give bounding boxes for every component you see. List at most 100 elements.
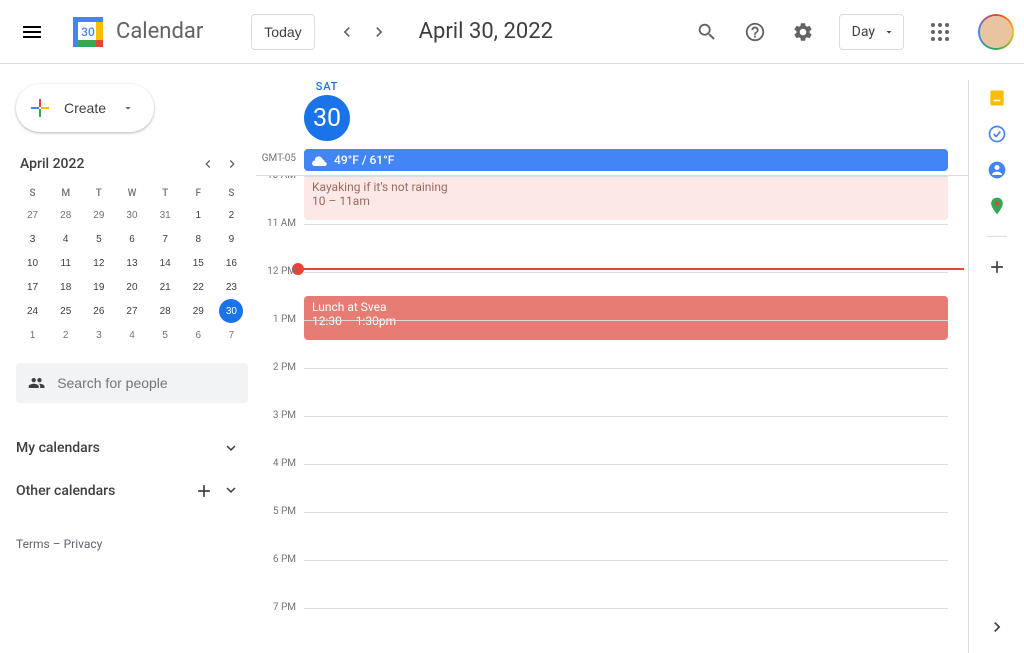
settings-button[interactable]	[783, 12, 823, 52]
mini-dow: W	[115, 184, 148, 203]
time-row[interactable]: 11 AM	[256, 224, 968, 272]
side-panel	[968, 80, 1024, 653]
other-calendars-label: Other calendars	[16, 483, 115, 499]
day-grid: SAT 30 GMT-05 49°F / 61°F Kayaking if it…	[256, 80, 968, 653]
mini-day[interactable]: 8	[182, 227, 215, 251]
mini-day[interactable]: 18	[49, 275, 82, 299]
mini-day[interactable]: 12	[82, 251, 115, 275]
time-row[interactable]: 2 PM	[256, 368, 968, 416]
mini-day[interactable]: 13	[115, 251, 148, 275]
time-row[interactable]: 1 PM	[256, 320, 968, 368]
mini-day[interactable]: 4	[115, 323, 148, 347]
mini-day[interactable]: 26	[82, 299, 115, 323]
mini-day[interactable]: 14	[149, 251, 182, 275]
mini-dow: T	[82, 184, 115, 203]
add-icon[interactable]	[194, 481, 214, 501]
keep-icon[interactable]	[987, 88, 1007, 108]
search-people-box[interactable]	[16, 363, 248, 403]
mini-day[interactable]: 16	[215, 251, 248, 275]
time-label: 1 PM	[256, 314, 304, 362]
time-label: 2 PM	[256, 362, 304, 410]
time-row[interactable]: 4 PM	[256, 464, 968, 512]
mini-day[interactable]: 23	[215, 275, 248, 299]
mini-day[interactable]: 27	[16, 203, 49, 227]
mini-day[interactable]: 27	[115, 299, 148, 323]
mini-dow: M	[49, 184, 82, 203]
mini-day[interactable]: 24	[16, 299, 49, 323]
mini-day[interactable]: 5	[149, 323, 182, 347]
prev-day-button[interactable]	[331, 16, 363, 48]
time-row[interactable]: 7 PM	[256, 608, 968, 626]
my-calendars-toggle[interactable]: My calendars	[16, 427, 248, 469]
mini-day[interactable]: 10	[16, 251, 49, 275]
mini-day[interactable]: 29	[182, 299, 215, 323]
terms-link[interactable]: Terms	[16, 537, 50, 551]
app-logo[interactable]: 30 Calendar	[68, 12, 203, 52]
mini-day[interactable]: 7	[215, 323, 248, 347]
mini-day[interactable]: 15	[182, 251, 215, 275]
mini-day[interactable]: 6	[182, 323, 215, 347]
mini-day[interactable]: 30	[115, 203, 148, 227]
mini-next-button[interactable]	[220, 152, 244, 176]
time-row[interactable]: 3 PM	[256, 416, 968, 464]
mini-day[interactable]: 9	[215, 227, 248, 251]
time-row[interactable]: 10 AM	[256, 176, 968, 224]
mini-day[interactable]: 1	[182, 203, 215, 227]
timezone-label: GMT-05	[256, 149, 304, 171]
mini-day[interactable]: 3	[16, 227, 49, 251]
mini-day[interactable]: 6	[115, 227, 148, 251]
search-button[interactable]	[687, 12, 727, 52]
next-day-button[interactable]	[363, 16, 395, 48]
hamburger-icon	[20, 20, 44, 44]
mini-day[interactable]: 1	[16, 323, 49, 347]
mini-day[interactable]: 20	[115, 275, 148, 299]
time-row[interactable]: 5 PM	[256, 512, 968, 560]
date-nav	[331, 16, 395, 48]
mini-day[interactable]: 31	[149, 203, 182, 227]
help-button[interactable]	[735, 12, 775, 52]
main-menu-button[interactable]	[8, 8, 56, 56]
account-button[interactable]	[976, 12, 1016, 52]
contacts-icon[interactable]	[987, 160, 1007, 180]
view-selector[interactable]: Day	[839, 14, 904, 50]
mini-day[interactable]: 22	[182, 275, 215, 299]
create-button[interactable]: Create	[16, 84, 154, 132]
mini-day[interactable]: 19	[82, 275, 115, 299]
mini-prev-button[interactable]	[196, 152, 220, 176]
mini-day[interactable]: 21	[149, 275, 182, 299]
mini-day[interactable]: 4	[49, 227, 82, 251]
maps-icon[interactable]	[987, 196, 1007, 216]
day-column-header[interactable]: SAT 30	[304, 80, 350, 141]
mini-day[interactable]: 30	[215, 299, 248, 323]
add-panel-icon[interactable]	[987, 257, 1007, 277]
mini-day[interactable]: 3	[82, 323, 115, 347]
time-label: 10 AM	[256, 176, 304, 218]
google-apps-button[interactable]	[920, 12, 960, 52]
mini-day[interactable]: 29	[82, 203, 115, 227]
time-grid[interactable]: Kayaking if it's not raining 10 – 11am L…	[256, 176, 968, 626]
search-people-input[interactable]	[57, 375, 236, 391]
mini-day[interactable]: 7	[149, 227, 182, 251]
time-label: 12 PM	[256, 266, 304, 314]
time-row[interactable]: 12 PM	[256, 272, 968, 320]
dow-label: SAT	[304, 80, 350, 93]
other-calendars-toggle[interactable]: Other calendars	[16, 469, 248, 513]
mini-day[interactable]: 2	[49, 323, 82, 347]
calendar-area: SAT 30 GMT-05 49°F / 61°F Kayaking if it…	[256, 64, 1024, 653]
weather-event[interactable]: 49°F / 61°F	[304, 149, 948, 171]
time-row[interactable]: 6 PM	[256, 560, 968, 608]
privacy-link[interactable]: Privacy	[64, 537, 103, 551]
plus-icon	[28, 96, 52, 120]
mini-day[interactable]: 25	[49, 299, 82, 323]
today-button[interactable]: Today	[251, 14, 314, 50]
mini-day[interactable]: 17	[16, 275, 49, 299]
mini-day[interactable]: 28	[149, 299, 182, 323]
tasks-icon[interactable]	[987, 124, 1007, 144]
mini-day[interactable]: 28	[49, 203, 82, 227]
mini-calendar-nav	[196, 152, 244, 176]
mini-day[interactable]: 5	[82, 227, 115, 251]
collapse-panel-button[interactable]	[987, 617, 1007, 637]
mini-day[interactable]: 2	[215, 203, 248, 227]
mini-day[interactable]: 11	[49, 251, 82, 275]
view-label: Day	[852, 24, 875, 40]
